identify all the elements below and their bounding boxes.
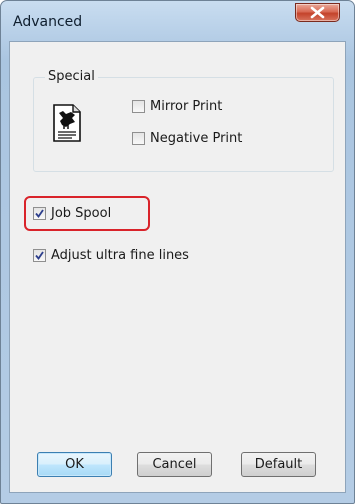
adjust-fine-lines-option[interactable]: Adjust ultra fine lines <box>33 248 189 263</box>
mirror-print-label: Mirror Print <box>150 99 223 114</box>
ok-button[interactable]: OK <box>37 452 112 477</box>
checkmark-icon <box>35 209 44 218</box>
adjust-fine-lines-checkbox[interactable] <box>33 249 46 262</box>
close-x-icon <box>310 6 325 19</box>
mirror-print-checkbox[interactable] <box>132 100 145 113</box>
job-spool-option[interactable]: Job Spool <box>33 206 111 221</box>
close-button[interactable] <box>295 3 340 22</box>
job-spool-checkbox[interactable] <box>33 207 46 220</box>
special-groupbox: Special Mirror Print Negative Print <box>33 69 334 172</box>
window-title: Advanced <box>13 14 83 30</box>
mirror-print-option[interactable]: Mirror Print <box>132 99 222 114</box>
job-spool-label: Job Spool <box>51 206 112 221</box>
advanced-dialog: Advanced Special Mirror Print Negative P… <box>0 0 355 504</box>
title-bar[interactable]: Advanced <box>1 1 354 41</box>
cancel-button[interactable]: Cancel <box>137 452 212 477</box>
default-button[interactable]: Default <box>241 452 316 477</box>
negative-print-checkbox[interactable] <box>132 132 145 145</box>
document-page-icon <box>53 104 81 142</box>
negative-print-option[interactable]: Negative Print <box>132 131 242 146</box>
special-group-label: Special <box>45 69 98 84</box>
checkmark-icon <box>35 251 44 260</box>
negative-print-label: Negative Print <box>150 131 243 146</box>
adjust-fine-lines-label: Adjust ultra fine lines <box>51 248 189 263</box>
dialog-content: Special Mirror Print Negative Print Job … <box>9 41 346 493</box>
